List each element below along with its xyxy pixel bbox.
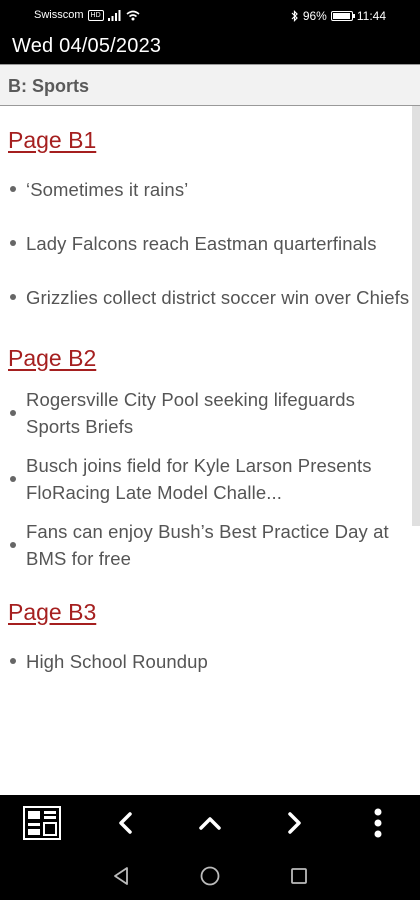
carrier-name: Swisscom [34, 9, 84, 21]
system-info: 96% 11:44 [291, 9, 386, 23]
pages-thumbnail-button[interactable] [22, 803, 62, 843]
bullet-icon [10, 410, 16, 416]
battery-level [332, 13, 350, 19]
pages-list: Page B1 ‘Sometimes it rains’ Lady Falcons … [0, 124, 420, 688]
bullet-icon [10, 542, 16, 548]
bullet-icon [10, 240, 16, 246]
article-list: High School Roundup [0, 628, 420, 688]
article-title: Lady Falcons reach Eastman quarterfinals [26, 232, 377, 254]
battery-percent: 96% [302, 9, 327, 23]
section-contents[interactable]: B: Sports Page B1 ‘Sometimes it rains’ Lad… [0, 64, 420, 795]
article-item[interactable]: ‘Sometimes it rains’ [8, 162, 410, 216]
next-page-button[interactable] [274, 803, 314, 843]
article-title: Rogersville City Pool seeking lifeguards… [26, 389, 355, 437]
article-title: Busch joins field for Kyle Larson Presen… [26, 455, 372, 503]
bullet-icon [10, 186, 16, 192]
battery-icon [330, 11, 355, 21]
article-list: Rogersville City Pool seeking lifeguards… [0, 374, 420, 578]
bullet-icon [10, 658, 16, 664]
status-bar: Swisscom HD 96% 11:44 [0, 0, 420, 32]
article-list: ‘Sometimes it rains’ Lady Falcons reach E… [0, 156, 420, 324]
home-button[interactable] [197, 863, 223, 889]
bullet-icon [10, 294, 16, 300]
edition-date-title: Wed 04/05/2023 [12, 35, 162, 57]
page-link[interactable]: Page B1 [0, 124, 420, 156]
more-options-button[interactable] [358, 803, 398, 843]
wifi-icon [126, 10, 140, 20]
section-header: B: Sports [0, 64, 420, 106]
bluetooth-icon [291, 10, 298, 22]
page-link[interactable]: Page B2 [0, 342, 420, 374]
signal-icon [107, 9, 121, 21]
page-block: Page B3 High School Roundup [0, 596, 420, 688]
page-block: Page B1 ‘Sometimes it rains’ Lady Falcons … [0, 124, 420, 324]
recents-button[interactable] [286, 863, 312, 889]
page-block: Page B2 Rogersville City Pool seeking lif… [0, 342, 420, 578]
article-item[interactable]: Fans can enjoy Bush’s Best Practice Day … [8, 512, 410, 578]
article-item[interactable]: Lady Falcons reach Eastman quarterfinals [8, 216, 410, 270]
article-item[interactable]: Rogersville City Pool seeking lifeguards… [8, 380, 410, 446]
chevron-up-icon [199, 817, 221, 830]
article-title: High School Roundup [26, 650, 208, 672]
network-badge: HD [87, 9, 104, 21]
article-item[interactable]: Grizzlies collect district soccer win ov… [8, 270, 410, 324]
article-title: Fans can enjoy Bush’s Best Practice Day … [26, 521, 389, 569]
article-item[interactable]: High School Roundup [8, 634, 410, 688]
article-title: ‘Sometimes it rains’ [26, 178, 189, 200]
back-icon [114, 867, 128, 885]
bullet-icon [10, 476, 16, 482]
more-vertical-icon [374, 808, 382, 838]
carrier-info: Swisscom HD [34, 9, 140, 21]
pages-thumbnail-icon [23, 806, 61, 840]
article-title: Grizzlies collect district soccer win ov… [26, 286, 410, 308]
article-item[interactable]: Busch joins field for Kyle Larson Presen… [8, 446, 410, 512]
section-up-button[interactable] [190, 803, 230, 843]
recents-icon [291, 868, 307, 884]
app-title-bar: Wed 04/05/2023 [0, 32, 420, 64]
section-title: B: Sports [8, 76, 89, 96]
chevron-left-icon [119, 812, 132, 834]
chevron-right-icon [288, 812, 301, 834]
scrollbar-thumb[interactable] [412, 106, 420, 526]
page-link[interactable]: Page B3 [0, 596, 420, 628]
reader-toolbar [0, 795, 420, 851]
previous-page-button[interactable] [106, 803, 146, 843]
clock: 11:44 [356, 9, 386, 23]
back-button[interactable] [108, 863, 134, 889]
home-icon [200, 866, 220, 886]
system-nav-bar [0, 851, 420, 900]
